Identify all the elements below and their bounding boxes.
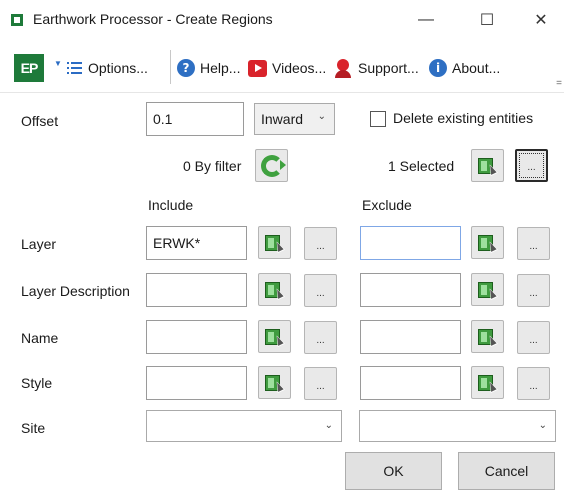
support-icon [333,58,353,78]
by-filter-label: 0 By filter [183,158,242,174]
pick-objects-icon [478,373,498,394]
close-button[interactable]: ✕ [518,0,564,40]
help-icon: ? [177,59,195,77]
window-title: Earthwork Processor - Create Regions [33,11,273,27]
toolbar-overflow-icon[interactable]: = [556,78,562,89]
videos-button[interactable]: Videos... [248,57,326,79]
pick-objects-icon [478,280,498,301]
toolbar-divider [170,50,171,84]
style-include-more-button[interactable]: ... [304,367,337,400]
pick-objects-icon [265,327,285,348]
layer-exclude-input[interactable] [360,226,461,260]
style-include-pick-button[interactable] [258,366,291,399]
chevron-down-icon: ⌄ [538,420,547,431]
layer-description-exclude-pick-button[interactable] [471,273,504,306]
style-label: Style [21,375,53,391]
layer-include-more-button[interactable]: ... [304,227,337,260]
offset-direction-select[interactable]: Inward ⌄ [254,103,335,135]
pick-objects-icon [265,280,285,301]
style-exclude-more-button[interactable]: ... [517,367,550,400]
video-icon [248,59,267,77]
selected-count-label: 1 Selected [388,158,455,174]
exclude-column-header: Exclude [362,197,412,213]
name-label: Name [21,330,59,346]
videos-label: Videos... [272,60,327,76]
pick-selection-button[interactable] [471,149,504,182]
layer-exclude-pick-button[interactable] [471,226,504,259]
refresh-filter-button[interactable] [255,149,288,182]
layer-exclude-more-button[interactable]: ... [517,227,550,260]
name-include-more-button[interactable]: ... [304,321,337,354]
offset-direction-value: Inward [261,111,304,127]
help-button[interactable]: ? Help... [177,57,240,79]
chevron-down-icon[interactable]: ▼ [54,59,62,68]
layer-include-input[interactable]: ERWK* [146,226,247,260]
pick-objects-icon [265,373,285,394]
pick-objects-icon [478,233,498,254]
layer-include-pick-button[interactable] [258,226,291,259]
support-button[interactable]: Support... [333,57,419,79]
title-bar: Earthwork Processor - Create Regions — ☐… [0,0,564,40]
about-button[interactable]: i About... [429,57,500,79]
offset-input[interactable]: 0.1 [146,102,244,136]
name-exclude-more-button[interactable]: ... [517,321,550,354]
style-include-input[interactable] [146,366,247,400]
options-label: Options... [88,60,148,76]
toolbar: EP ▼ Options... ? Help... Videos... Supp… [0,40,564,93]
site-exclude-select[interactable]: ⌄ [359,410,556,442]
ep-logo-button[interactable]: EP [14,54,44,82]
include-column-header: Include [148,197,194,213]
selection-more-button[interactable]: ... [515,149,548,182]
pick-objects-icon [478,156,498,177]
maximize-button[interactable]: ☐ [464,0,510,40]
chevron-down-icon: ⌄ [324,420,333,431]
ok-button[interactable]: OK [345,452,442,490]
about-label: About... [452,60,501,76]
offset-label: Offset [21,113,59,129]
help-label: Help... [200,60,241,76]
layer-description-exclude-more-button[interactable]: ... [517,274,550,307]
layer-description-label: Layer Description [21,283,130,299]
site-include-select[interactable]: ⌄ [146,410,342,442]
pick-objects-icon [265,233,285,254]
chevron-down-icon: ⌄ [317,111,326,122]
layer-description-include-more-button[interactable]: ... [304,274,337,307]
delete-existing-label: Delete existing entities [393,110,534,126]
app-icon [11,14,23,26]
name-include-input[interactable] [146,320,247,354]
layer-description-exclude-input[interactable] [360,273,461,307]
style-exclude-input[interactable] [360,366,461,400]
name-include-pick-button[interactable] [258,320,291,353]
layer-label: Layer [21,236,57,252]
refresh-icon [260,154,286,177]
name-exclude-input[interactable] [360,320,461,354]
style-exclude-pick-button[interactable] [471,366,504,399]
pick-objects-icon [478,327,498,348]
site-label: Site [21,420,46,436]
delete-existing-checkbox[interactable] [370,111,386,127]
layer-description-include-input[interactable] [146,273,247,307]
minimize-button[interactable]: — [403,0,449,40]
list-icon [67,61,82,75]
info-icon: i [429,59,447,77]
support-label: Support... [358,60,419,76]
options-button[interactable]: Options... [67,57,148,79]
layer-description-include-pick-button[interactable] [258,273,291,306]
cancel-button[interactable]: Cancel [458,452,555,490]
name-exclude-pick-button[interactable] [471,320,504,353]
